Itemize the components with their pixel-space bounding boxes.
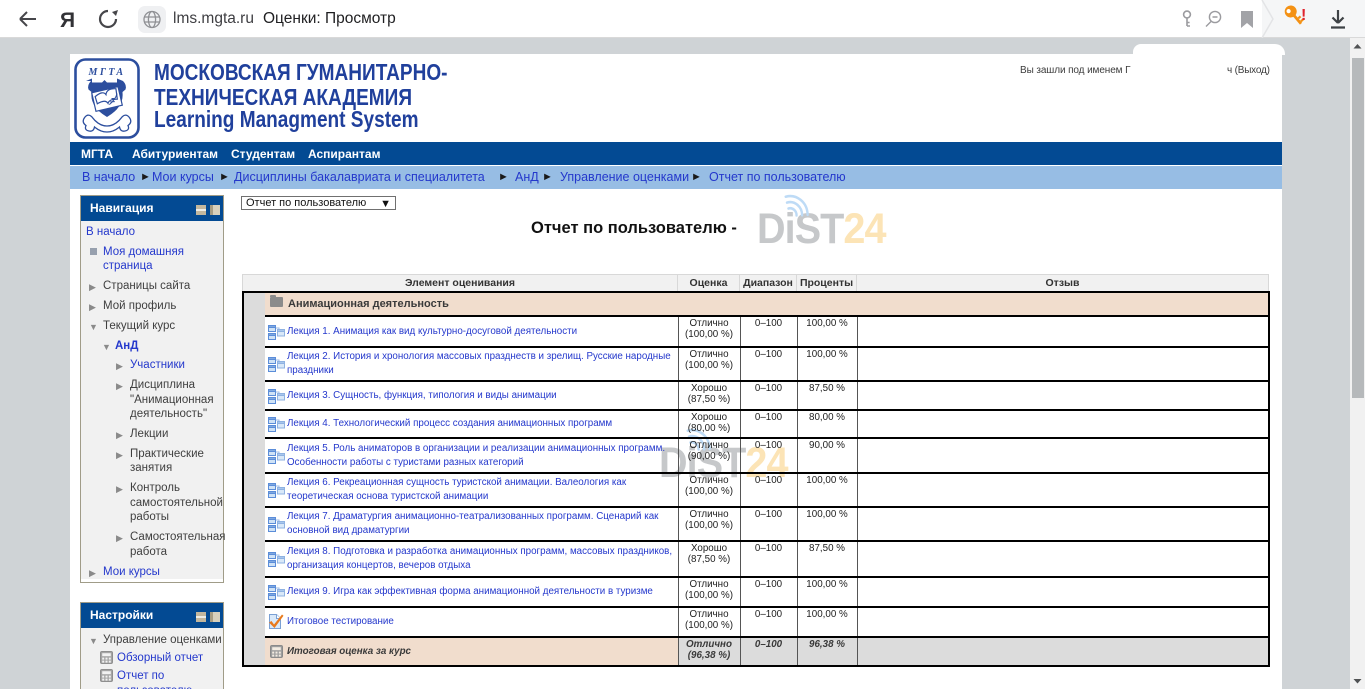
svg-text:Я: Я (60, 9, 75, 32)
svg-text:!: ! (1301, 7, 1306, 24)
svg-text:МГТА: МГТА (87, 67, 125, 78)
